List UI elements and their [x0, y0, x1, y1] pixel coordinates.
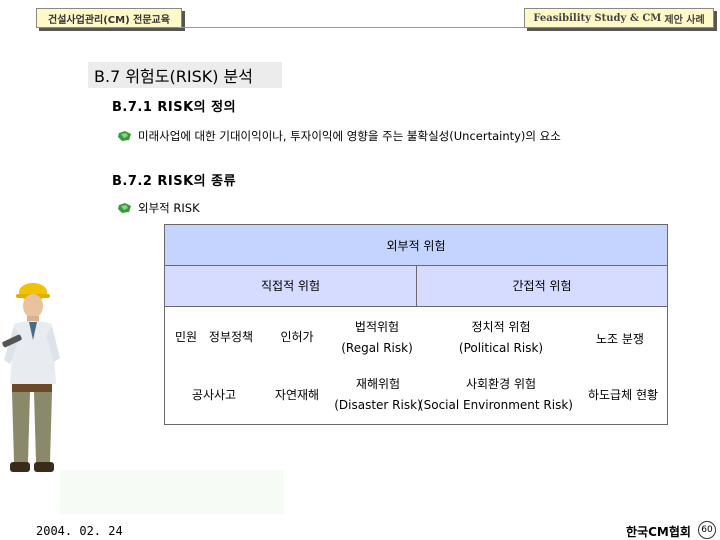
section-title: B.7 위험도(RISK) 분석 — [88, 62, 282, 88]
footer-organization: 한국CM협회 — [626, 525, 691, 539]
header-divider — [178, 27, 526, 28]
types-text: 외부적 RISK — [138, 201, 200, 215]
section-title-text: B.7 위험도(RISK) 분석 — [94, 67, 253, 86]
indirect-risk-label: 간접적 위험 — [512, 279, 572, 293]
direct-risk-label: 직접적 위험 — [260, 279, 320, 293]
natural-disaster-cell: 자연재해 — [274, 388, 320, 402]
green-bullet-icon — [118, 131, 131, 141]
decorative-background-patch — [60, 470, 284, 514]
subsection-definition-heading: B.7.1 RISK의 정의 — [112, 100, 237, 115]
labor-dispute-cell: 노조 분쟁 — [596, 332, 644, 346]
course-tab-label: 건설사업관리(CM) 전문교육 — [48, 14, 170, 26]
green-bullet-icon — [118, 203, 131, 213]
external-risk-label: 외부적 위험 — [386, 238, 446, 253]
page-number-badge: 60 — [698, 521, 716, 539]
external-risk-table: 외부적 위험 직접적 위험 간접적 위험 민원 정부정책 인허가 법적위험 (R… — [164, 224, 668, 425]
political-risk-en: (Political Risk) — [458, 341, 544, 355]
social-environment-risk-en: (Social Environment Risk) — [418, 398, 573, 412]
social-environment-risk-kr: 사회환경 위험 — [465, 377, 537, 391]
topic-tab-label-en: Feasibility Study & CM — [533, 12, 662, 24]
table-header-categories: 직접적 위험 간접적 위험 — [165, 266, 667, 307]
disaster-risk-kr: 재해위험 — [355, 377, 401, 391]
topic-tab-label-kr: 제안 사례 — [664, 14, 705, 26]
footer-date: 2004. 02. 24 — [36, 524, 123, 538]
definition-bullet: 미래사업에 대한 기대이익이나, 투자이익에 영향을 주는 불확실성(Uncer… — [118, 128, 561, 144]
permit-cell: 인허가 — [280, 330, 314, 344]
legal-risk-kr: 법적위험 — [354, 320, 400, 334]
types-bullet: 외부적 RISK — [118, 200, 200, 216]
construction-accident-cell: 공사사고 — [191, 388, 237, 402]
subcontractor-status-cell: 하도급체 현황 — [587, 388, 659, 402]
government-policy-cell: 정부정책 — [208, 330, 254, 344]
course-tab: 건설사업관리(CM) 전문교육 — [36, 8, 182, 28]
civil-complaint-cell: 민원 — [174, 330, 198, 344]
table-header-external: 외부적 위험 — [165, 225, 667, 266]
subsection-types-heading: B.7.2 RISK의 종류 — [112, 174, 237, 189]
topic-tab: Feasibility Study & CM 제안 사례 — [524, 8, 714, 28]
construction-worker-illustration — [2, 283, 60, 472]
definition-text: 미래사업에 대한 기대이익이나, 투자이익에 영향을 주는 불확실성(Uncer… — [138, 129, 561, 143]
page-number: 60 — [701, 525, 713, 535]
legal-risk-en: (Regal Risk) — [341, 341, 413, 355]
political-risk-kr: 정치적 위험 — [471, 320, 531, 334]
